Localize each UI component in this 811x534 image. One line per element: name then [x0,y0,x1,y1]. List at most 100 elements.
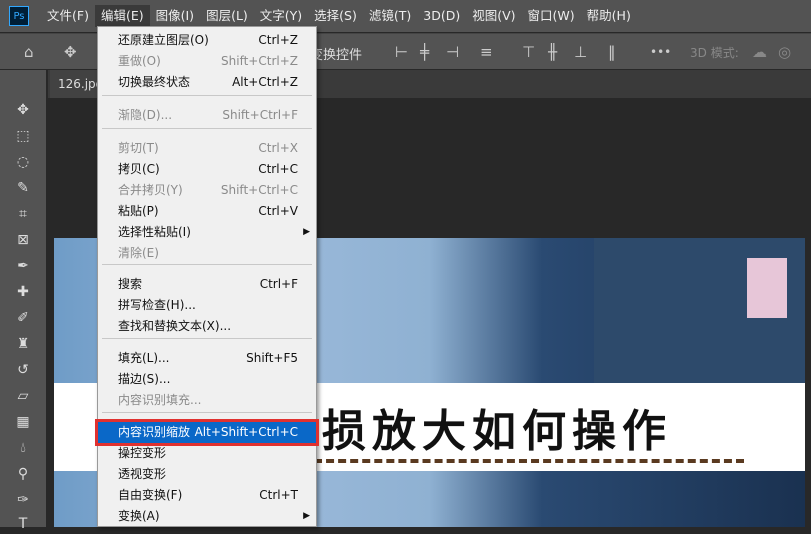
edit-menu-item[interactable]: 填充(L)... Shift+F5 [98,348,316,369]
menu-item-label: 查找和替换文本(X)... [118,319,232,333]
edit-menu-item[interactable]: 拷贝(C) Ctrl+C [98,159,316,180]
align-bottom-icon[interactable]: ⊥ [574,43,587,61]
menu-item-label: 重做(O) [118,54,161,68]
pen-tool-icon[interactable]: ✑ [13,490,33,510]
tools-panel: ✥ ⬚ ◌ ✎ ⌗ ⊠ ✒ ✚ ✐ ♜ ↺ ▱ ▦ 💧︎ ⚲ ✑ T [0,70,46,532]
menu-item-label: 内容识别填充... [118,393,202,407]
menu-image[interactable]: 图像(I) [150,5,200,27]
move-tool-icon[interactable]: ✥ [13,100,33,120]
menu-item-shortcut: Shift+Ctrl+F [222,108,298,122]
menu-item-label: 操控变形 [118,446,167,460]
align-middle-icon[interactable]: ╫ [548,43,557,61]
menu-view[interactable]: 视图(V) [466,5,521,27]
quick-select-icon[interactable]: ✎ [13,178,33,198]
menu-item-shortcut: Ctrl+V [258,204,298,218]
transform-controls-label[interactable]: 变换控件 [310,44,362,63]
menu-item-label: 拷贝(C) [118,162,160,176]
menu-item-shortcut: Alt+Shift+Ctrl+C [194,425,298,439]
menu-item-shortcut: Ctrl+Z [258,33,298,47]
type-tool-icon[interactable]: T [13,514,33,534]
edit-menu-item: 内容识别填充... [98,390,316,411]
history-brush-icon[interactable]: ↺ [13,360,33,380]
dodge-tool-icon[interactable]: ⚲ [13,464,33,484]
menu-layer[interactable]: 图层(L) [200,5,254,27]
marquee-tool-icon[interactable]: ⬚ [13,126,33,146]
distribute-vertical-icon[interactable]: ‖ [608,43,616,61]
menu-item-label: 自由变换(F) [118,488,183,502]
menu-type[interactable]: 文字(Y) [254,5,308,27]
menu-separator [102,264,312,265]
menu-window[interactable]: 窗口(W) [522,5,581,27]
menu-item-label: 粘贴(P) [118,204,159,218]
menu-item-label: 搜索 [118,277,143,291]
align-right-icon[interactable]: ⊣ [446,43,459,61]
edit-menu-item[interactable]: 描边(S)... [98,369,316,390]
menu-item-shortcut: Ctrl+C [258,162,298,176]
align-center-icon[interactable]: ╪ [420,43,429,61]
edit-menu-dropdown: 还原建立图层(O) Ctrl+Z 重做(O) Shift+Ctrl+Z 切换最终状态 Al… [95,26,319,527]
edit-menu-item[interactable]: 内容识别缩放 Alt+Shift+Ctrl+C [95,419,319,446]
edit-menu-item: 渐隐(D)... Shift+Ctrl+F [98,105,316,126]
menu-filter[interactable]: 滤镜(T) [363,5,417,27]
menu-item-label: 选择性粘贴(I) [118,225,191,239]
blur-tool-icon[interactable]: 💧︎ [13,438,33,458]
edit-menu-item: 剪切(T) Ctrl+X [98,138,316,159]
home-icon[interactable]: ⌂ [24,43,34,61]
edit-menu-item[interactable]: 透视变形 [98,464,316,485]
menu-item-label: 描边(S)... [118,372,171,386]
menu-item-shortcut: Ctrl+F [259,277,298,291]
menu-edit[interactable]: 编辑(E) [94,5,150,27]
edit-menu-item[interactable]: 变换(A) ▶ [98,506,316,527]
edit-menu-item[interactable]: 粘贴(P) Ctrl+V [98,201,316,222]
align-left-icon[interactable]: ⊢ [395,43,408,61]
eraser-icon[interactable]: ▱ [13,386,33,406]
menu-file[interactable]: 文件(F) [41,5,95,27]
menu-item-label: 还原建立图层(O) [118,33,209,47]
stamp-tool-icon[interactable]: ♜ [13,334,33,354]
frame-tool-icon[interactable]: ⊠ [13,230,33,250]
brush-tool-icon[interactable]: ✐ [13,308,33,328]
3d-mode-label: 3D 模式: [690,46,739,60]
edit-menu-item[interactable]: 操控变形 [98,443,316,464]
menu-item-label: 填充(L)... [118,351,170,365]
gradient-tool-icon[interactable]: ▦ [13,412,33,432]
dashed-divider [314,459,744,463]
menu-item-shortcut: Ctrl+X [258,141,298,155]
menu-item-label: 清除(E) [118,246,159,260]
healing-brush-icon[interactable]: ✚ [13,282,33,302]
photoshop-logo: Ps [9,6,29,26]
more-options-button[interactable]: ••• [650,45,671,59]
eyedropper-icon[interactable]: ✒ [13,256,33,276]
distribute-icon[interactable]: ≡ [480,43,493,61]
menu-separator [102,338,312,339]
edit-menu-item[interactable]: 还原建立图层(O) Ctrl+Z [98,30,316,51]
menu-item-label: 透视变形 [118,467,167,481]
menu-select[interactable]: 选择(S) [308,5,363,27]
3d-rotate-icon[interactable]: ☁ [752,43,767,61]
menu-item-label: 变换(A) [118,509,160,523]
move-tool-icon[interactable]: ✥ [64,43,77,61]
crop-tool-icon[interactable]: ⌗ [13,204,33,224]
menu-item-label: 拼写检查(H)... [118,298,196,312]
menu-item-label: 剪切(T) [118,141,159,155]
edit-menu-item[interactable]: 选择性粘贴(I) ▶ [98,222,316,243]
menu-item-label: 切换最终状态 [118,75,191,89]
edit-menu-item: 清除(E) [98,243,316,264]
menu-separator [102,95,312,96]
menu-help[interactable]: 帮助(H) [581,5,637,27]
edit-menu-item[interactable]: 自由变换(F) Ctrl+T [98,485,316,506]
edit-menu-item[interactable]: 拼写检查(H)... [98,295,316,316]
banner-text: 损放大如何操作 [322,406,672,457]
lasso-tool-icon[interactable]: ◌ [13,152,33,172]
edit-menu-item[interactable]: 搜索 Ctrl+F [98,274,316,295]
menu-3d[interactable]: 3D(D) [417,5,466,27]
edit-menu-item: 合并拷贝(Y) Shift+Ctrl+C [98,180,316,201]
edit-menu-item: 重做(O) Shift+Ctrl+Z [98,51,316,72]
align-top-icon[interactable]: ⊤ [522,43,535,61]
menu-item-shortcut: Ctrl+T [259,488,298,502]
3d-roll-icon[interactable]: ◎ [778,43,791,61]
menu-item-shortcut: Shift+F5 [246,351,298,365]
menu-item-label: 内容识别缩放 [118,425,191,439]
edit-menu-item[interactable]: 查找和替换文本(X)... [98,316,316,337]
edit-menu-item[interactable]: 切换最终状态 Alt+Ctrl+Z [98,72,316,93]
